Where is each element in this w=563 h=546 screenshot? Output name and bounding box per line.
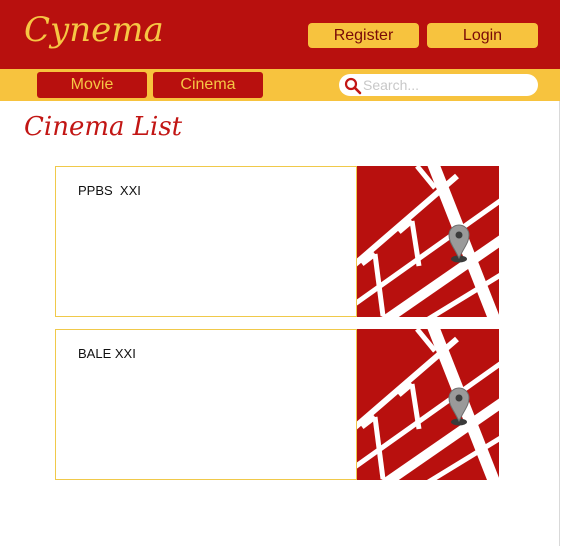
- nav-bar: Movie Cinema: [0, 69, 560, 101]
- map-icon: [345, 158, 510, 331]
- login-button[interactable]: Login: [427, 23, 538, 48]
- app-frame: Cynema Register Login Movie Cinema Cinem…: [0, 0, 560, 546]
- search-box: [339, 74, 538, 96]
- cinema-card[interactable]: PPBS XXI: [55, 158, 510, 331]
- cinema-name: PPBS XXI: [78, 183, 141, 198]
- page-title: Cinema List: [24, 112, 183, 142]
- search-input[interactable]: [363, 76, 531, 94]
- register-button[interactable]: Register: [308, 23, 419, 48]
- search-icon[interactable]: [344, 77, 362, 95]
- header: Cynema Register Login: [0, 0, 560, 69]
- map-icon: [345, 321, 510, 494]
- cinema-map[interactable]: [345, 321, 510, 494]
- tab-movie[interactable]: Movie: [37, 72, 147, 98]
- cinema-name: BALE XXI: [78, 346, 136, 361]
- cinema-card[interactable]: BALE XXI: [55, 321, 510, 494]
- tab-cinema[interactable]: Cinema: [153, 72, 263, 98]
- logo[interactable]: Cynema: [24, 10, 164, 50]
- cinema-map[interactable]: [345, 158, 510, 331]
